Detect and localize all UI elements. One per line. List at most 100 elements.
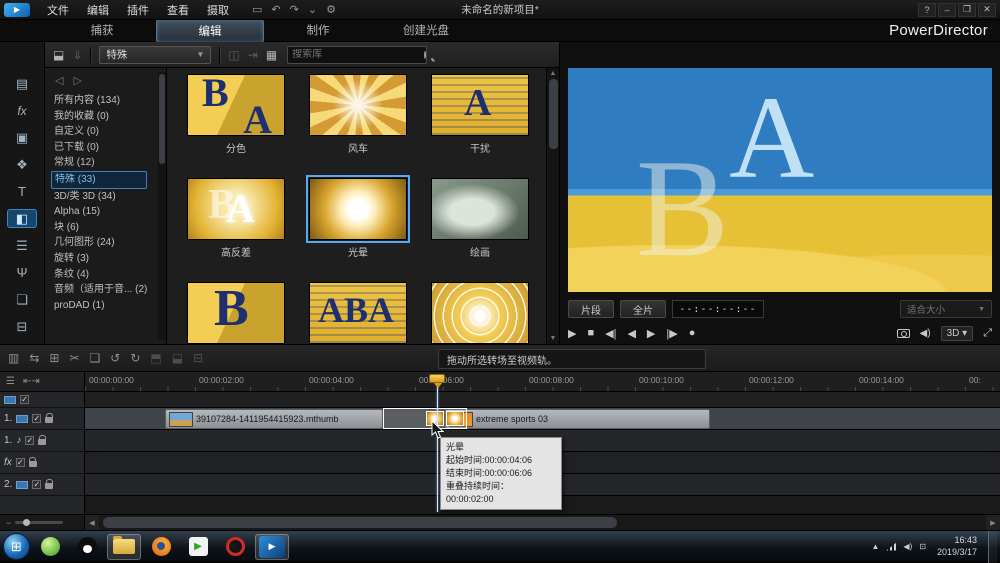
category-audio[interactable]: 音频（适用于音... (2) bbox=[51, 282, 166, 298]
undock-preview-icon[interactable]: ⤢ bbox=[983, 327, 992, 340]
search-input[interactable] bbox=[292, 49, 425, 60]
import-media-icon[interactable]: ⬓ bbox=[53, 48, 64, 62]
transition-room-icon[interactable]: ◧ bbox=[7, 209, 37, 228]
pip-room-icon[interactable]: ▣ bbox=[7, 128, 37, 147]
apply-icon[interactable]: ⇥ bbox=[248, 48, 258, 62]
category-scrollbar[interactable] bbox=[158, 72, 166, 340]
category-general[interactable]: 常规 (12) bbox=[51, 155, 166, 171]
undo-icon[interactable]: ↶ bbox=[271, 3, 280, 16]
zoom-slider-thumb[interactable] bbox=[23, 519, 31, 526]
help-button[interactable]: ? bbox=[918, 2, 936, 17]
undo-small-icon[interactable]: ↺ bbox=[110, 351, 120, 365]
scroll-right-icon[interactable]: ▶ bbox=[986, 515, 1000, 530]
step-forward-button[interactable]: ▶ bbox=[647, 327, 655, 340]
transition-thumb-glow[interactable] bbox=[306, 175, 410, 243]
transition-item[interactable]: ABA bbox=[297, 282, 419, 344]
tray-expand-icon[interactable]: ▲ bbox=[872, 542, 880, 551]
start-button[interactable]: ⊞ bbox=[3, 533, 30, 560]
category-all[interactable]: 所有内容 (134) bbox=[51, 93, 166, 109]
menu-view[interactable]: 查看 bbox=[158, 2, 198, 18]
zoom-out-icon[interactable]: − bbox=[6, 518, 11, 528]
track-list-icon[interactable]: ☰ bbox=[6, 376, 15, 387]
maximize-button[interactable]: ❐ bbox=[958, 2, 976, 17]
taskbar-play-icon[interactable]: ▶ bbox=[181, 534, 215, 560]
category-custom[interactable]: 自定义 (0) bbox=[51, 124, 166, 140]
track-enable-checkbox[interactable]: ✓ bbox=[20, 395, 29, 404]
category-alpha[interactable]: Alpha (15) bbox=[51, 204, 166, 220]
taskbar-firefox-icon[interactable] bbox=[144, 534, 178, 560]
play-button[interactable]: ▶ bbox=[568, 327, 576, 340]
category-block[interactable]: 块 (6) bbox=[51, 220, 166, 236]
tab-edit[interactable]: 编辑 bbox=[156, 18, 264, 43]
input-language-icon[interactable]: ⊡ bbox=[919, 542, 926, 551]
scroll-left-icon[interactable]: ◀ bbox=[85, 515, 99, 530]
menu-capture[interactable]: 摄取 bbox=[198, 2, 238, 18]
timeline-clip-1[interactable]: 39107284-1411954415923.mthumb bbox=[165, 409, 383, 429]
category-favorites[interactable]: 我的收藏 (0) bbox=[51, 109, 166, 125]
collapse-left-icon[interactable]: ◁ bbox=[55, 74, 63, 87]
clip-mode-button[interactable]: 片段 bbox=[568, 300, 614, 319]
timeline-ruler[interactable]: 00:00:00:00 00:00:02:00 00:00:04:00 00:0… bbox=[85, 372, 1000, 391]
select-range-icon[interactable]: ⊞ bbox=[49, 351, 59, 365]
chapter-room-icon[interactable]: ❏ bbox=[7, 290, 37, 309]
transition-item[interactable]: B bbox=[175, 282, 297, 344]
menu-edit[interactable]: 编辑 bbox=[78, 2, 118, 18]
title-room-icon[interactable]: T bbox=[7, 182, 37, 201]
download-icon[interactable]: ⇓ bbox=[72, 48, 82, 62]
transition-item[interactable]: B A 分色 bbox=[175, 74, 297, 170]
transition-thumb-contrast[interactable]: B A bbox=[187, 178, 285, 240]
category-geometry[interactable]: 几何图形 (24) bbox=[51, 235, 166, 251]
split-clip-icon[interactable]: ✂ bbox=[69, 351, 79, 365]
previous-frame-button[interactable]: ◀| bbox=[605, 327, 616, 340]
timeline-clip-2[interactable]: extreme sports 03 bbox=[445, 409, 710, 429]
grid-view-icon[interactable]: ▦ bbox=[266, 48, 277, 62]
redo-small-icon[interactable]: ↻ bbox=[130, 351, 140, 365]
zoom-slider[interactable]: − bbox=[0, 515, 85, 530]
track-enable-checkbox[interactable]: ✓ bbox=[15, 458, 25, 467]
show-desktop-button[interactable] bbox=[988, 530, 997, 563]
transition-item[interactable]: B A 高反差 bbox=[175, 178, 297, 274]
record-button[interactable]: ● bbox=[689, 327, 696, 339]
track-enable-checkbox[interactable]: ✓ bbox=[32, 414, 42, 423]
lock-icon[interactable] bbox=[45, 413, 54, 423]
media-room-icon[interactable]: ▤ bbox=[7, 74, 37, 93]
search-icon[interactable] bbox=[424, 50, 427, 59]
category-3d[interactable]: 3D/类 3D (34) bbox=[51, 189, 166, 205]
taskbar-powerdirector-icon[interactable]: ▶ bbox=[255, 533, 289, 560]
marker-icon[interactable]: ⊟ bbox=[193, 351, 203, 365]
tab-capture[interactable]: 捕获 bbox=[48, 19, 156, 43]
storyboard-view-icon[interactable]: ⇆ bbox=[29, 351, 39, 365]
transition-item[interactable] bbox=[419, 282, 541, 344]
category-downloaded[interactable]: 已下载 (0) bbox=[51, 140, 166, 156]
volume-icon[interactable]: ◀) bbox=[903, 542, 912, 551]
track-enable-checkbox[interactable]: ✓ bbox=[25, 436, 35, 445]
taskbar-player-icon[interactable] bbox=[218, 534, 252, 560]
lane-master[interactable] bbox=[85, 392, 1000, 408]
preview-timecode[interactable]: --:--:--:-- bbox=[672, 300, 764, 319]
movie-mode-button[interactable]: 全片 bbox=[620, 300, 666, 319]
audio-mixing-room-icon[interactable]: ☰ bbox=[7, 236, 37, 255]
category-rotate[interactable]: 旋转 (3) bbox=[51, 251, 166, 267]
category-special[interactable]: 特殊 (33) bbox=[51, 170, 147, 189]
transition-item[interactable]: A 干扰 bbox=[419, 74, 541, 170]
effect-room-icon[interactable]: fx bbox=[7, 101, 37, 120]
category-prodad[interactable]: proDAD (1) bbox=[51, 298, 166, 314]
taskbar-browser-icon[interactable] bbox=[33, 534, 67, 560]
taskbar-qq-icon[interactable] bbox=[70, 534, 104, 560]
transition-thumb-interference[interactable]: A bbox=[431, 74, 529, 136]
record-dropdown-icon[interactable]: ⌄ bbox=[308, 3, 317, 16]
settings-gear-icon[interactable]: ⚙ bbox=[326, 3, 336, 16]
tab-produce[interactable]: 制作 bbox=[264, 19, 372, 43]
subtitle-room-icon[interactable]: ⊟ bbox=[7, 317, 37, 336]
transition-thumb-b[interactable]: B bbox=[187, 282, 285, 344]
transition-thumb-aba[interactable]: ABA bbox=[309, 282, 407, 344]
voice-over-room-icon[interactable]: Ψ bbox=[7, 263, 37, 282]
redo-icon[interactable]: ↷ bbox=[290, 3, 299, 16]
room-view-icon[interactable]: ▥ bbox=[8, 351, 19, 365]
scrollbar-thumb[interactable] bbox=[548, 79, 558, 149]
collapse-right-icon[interactable]: ▷ bbox=[73, 74, 81, 87]
network-icon[interactable] bbox=[886, 542, 897, 551]
minimize-button[interactable]: – bbox=[938, 2, 956, 17]
transition-thumb-swirl[interactable] bbox=[431, 282, 529, 344]
transition-item[interactable]: 绘画 bbox=[419, 178, 541, 274]
